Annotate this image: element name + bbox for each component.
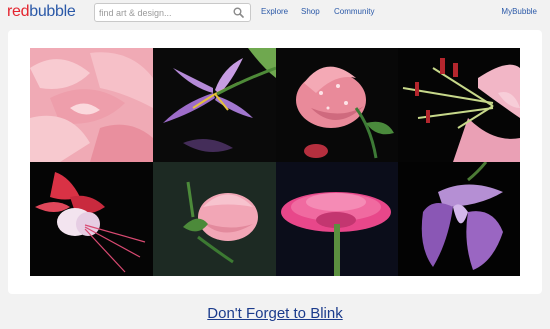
nav-shop[interactable]: Shop	[301, 7, 320, 16]
nav-community[interactable]: Community	[334, 7, 374, 16]
artwork-image[interactable]	[30, 48, 520, 276]
search-box	[94, 3, 251, 22]
tile-fuchsia	[30, 162, 153, 276]
artwork-card	[8, 30, 542, 294]
search-input[interactable]	[99, 6, 227, 19]
artwork-title-container: Don't Forget to Blink	[0, 305, 550, 323]
logo-blue-part: bubble	[29, 3, 76, 20]
tile-rose-bud	[153, 162, 276, 276]
search-icon[interactable]	[233, 7, 244, 18]
redbubble-logo[interactable]: redbubble	[7, 3, 76, 21]
logo-red-part: red	[7, 3, 30, 20]
tile-purple-lily	[153, 48, 276, 162]
tile-pink-lily	[398, 48, 520, 162]
tile-rose-drops	[276, 48, 398, 162]
site-header: redbubble Explore Shop Community MyBubbl…	[0, 0, 550, 26]
artwork-title-link[interactable]: Don't Forget to Blink	[207, 305, 342, 322]
mybubble-menu[interactable]: MyBubble	[501, 7, 537, 16]
nav-explore[interactable]: Explore	[261, 7, 288, 16]
tile-carnation	[30, 48, 153, 162]
tile-gerbera	[276, 162, 398, 276]
tile-sweet-pea	[398, 162, 520, 276]
